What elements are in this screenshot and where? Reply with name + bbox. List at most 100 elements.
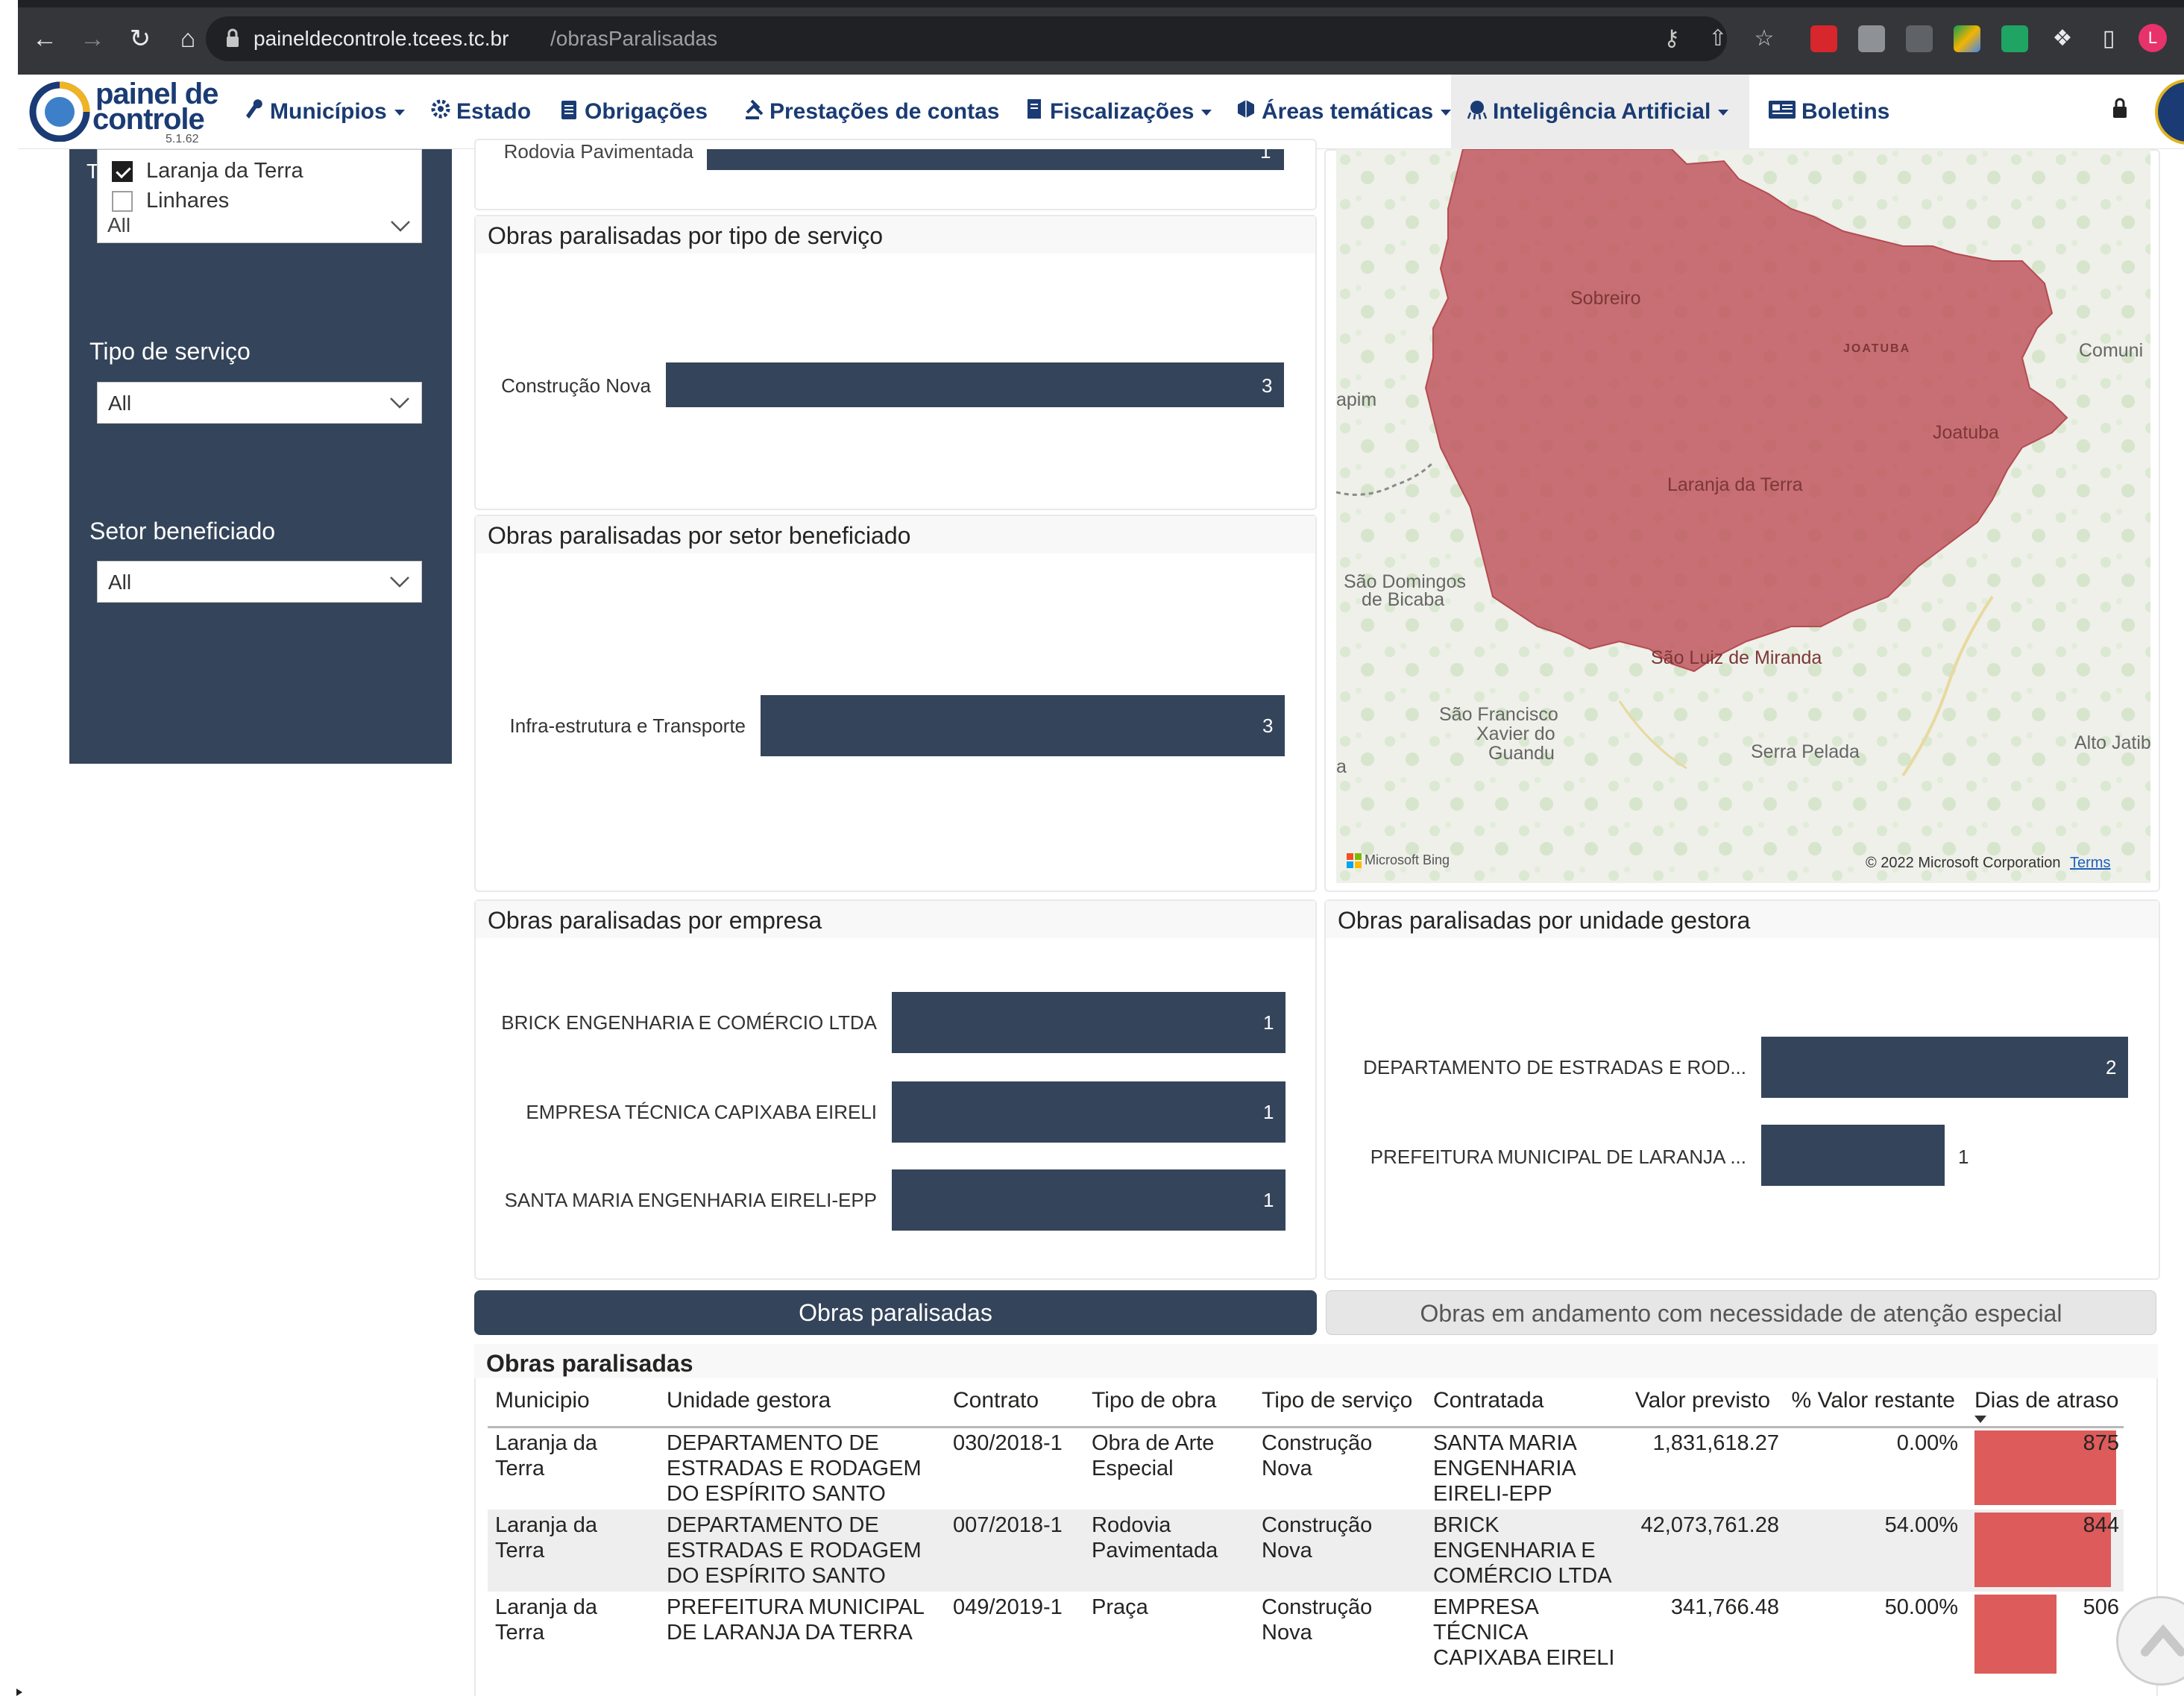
cell-line: Nova: [1262, 1621, 1312, 1645]
extension-pen-icon[interactable]: [1906, 25, 1933, 52]
key-icon[interactable]: ⚷: [1657, 24, 1687, 54]
tipo-servico-select[interactable]: All: [97, 382, 422, 424]
cell-line: Pavimentada: [1092, 1539, 1218, 1562]
select-value-stub: All: [107, 218, 131, 233]
cell-line: EIRELI-EPP: [1433, 1482, 1552, 1506]
sidepanel-icon[interactable]: ▯: [2094, 24, 2124, 54]
tab-obras-em-andamento[interactable]: Obras em andamento com necessidade de at…: [1326, 1290, 2156, 1335]
column-header-valor-previsto[interactable]: Valor previsto: [1626, 1387, 1770, 1414]
map-provider-label: Microsoft Bing: [1365, 852, 1450, 867]
nav-inteligencia-artificial[interactable]: Inteligência Artificial: [1466, 94, 1729, 130]
tcees-seal-icon[interactable]: [2155, 79, 2184, 145]
chevron-down-icon[interactable]: [389, 219, 412, 233]
checkbox-laranja-da-terra[interactable]: [112, 161, 133, 182]
back-arrow-icon[interactable]: ←: [28, 22, 61, 55]
column-header-tipo-obra[interactable]: Tipo de obra: [1092, 1387, 1216, 1414]
bar-empresa-tecnica[interactable]: [892, 1081, 1285, 1143]
puzzle-icon[interactable]: ❖: [2048, 24, 2077, 54]
map-label-joatuba-caps: JOATUBA: [1843, 342, 1911, 355]
filter-label-tipo-servico: Tipo de serviço: [89, 338, 251, 365]
cell-line: Construção: [1262, 1513, 1373, 1537]
chevron-up-icon: [2141, 1624, 2184, 1656]
bar-infra-estrutura[interactable]: [761, 695, 1285, 756]
bar-prefeitura-laranja[interactable]: [1761, 1125, 1945, 1186]
sort-descending-icon[interactable]: [1974, 1416, 1986, 1423]
star-icon[interactable]: ☆: [1749, 24, 1779, 54]
nav-inteligencia-artificial-label: Inteligência Artificial: [1493, 99, 1711, 124]
wrench-icon: [246, 99, 262, 119]
cell-valor-restante: 50.00%: [1884, 1595, 1958, 1619]
cell-line: DEPARTAMENTO DE: [667, 1513, 879, 1537]
cell-unidade: DEPARTAMENTO DE ESTRADAS E RODAGEM DO ESPÍ…: [667, 1513, 922, 1589]
map-label-sao-francisco-3: Guandu: [1488, 743, 1555, 764]
option-label[interactable]: Linhares: [146, 188, 229, 213]
nav-municipios-label: Municípios: [270, 99, 387, 124]
map-label-serra-pelada: Serra Pelada: [1751, 741, 1860, 762]
cell-valor-previsto: 42,073,761.28: [1640, 1513, 1779, 1537]
nav-fiscalizacoes-label: Fiscalizações: [1050, 99, 1195, 124]
forward-arrow-icon[interactable]: →: [76, 22, 109, 55]
column-header-dias-atraso[interactable]: Dias de atraso: [1974, 1387, 2118, 1414]
nav-obrigacoes[interactable]: Obrigações: [558, 94, 708, 130]
cell-tipo-servico: Construção Nova: [1262, 1595, 1372, 1645]
option-label[interactable]: Laranja da Terra: [146, 158, 303, 183]
nav-boletins[interactable]: Boletins: [1767, 94, 1889, 130]
brand-name-line2[interactable]: controle: [92, 104, 205, 134]
setor-beneficiado-select[interactable]: All: [97, 561, 422, 603]
bar-value: 3: [1262, 714, 1274, 737]
column-header-contrato[interactable]: Contrato: [953, 1387, 1039, 1414]
map-label-sao-domingos-2: de Bicaba: [1362, 589, 1445, 610]
reload-icon[interactable]: ↻: [124, 22, 157, 55]
drive-icon[interactable]: [1954, 25, 1980, 52]
cell-line: DEPARTAMENTO DE: [667, 1431, 879, 1455]
chevron-down-icon: [1201, 110, 1212, 116]
cell-line: PREFEITURA MUNICIPAL: [667, 1595, 925, 1619]
chevron-down-icon: [390, 398, 409, 409]
cell-line: Terra: [495, 1539, 545, 1562]
nav-areas-tematicas[interactable]: Áreas temáticas: [1235, 94, 1452, 130]
column-header-unidade-gestora[interactable]: Unidade gestora: [667, 1387, 831, 1414]
cell-valor-restante: 0.00%: [1896, 1431, 1958, 1455]
map-visual[interactable]: [1336, 149, 2150, 883]
column-header-contratada[interactable]: Contratada: [1433, 1387, 1543, 1414]
home-icon[interactable]: ⌂: [171, 22, 204, 55]
table-title: Obras paralisadas: [486, 1350, 693, 1377]
profile-avatar[interactable]: L: [2139, 24, 2167, 52]
bar-rodovia-pavimentada[interactable]: [707, 149, 1284, 170]
chevron-down-icon: [390, 577, 409, 588]
cell-line: EMPRESA: [1433, 1595, 1539, 1619]
nav-fiscalizacoes[interactable]: Fiscalizações: [1023, 94, 1212, 130]
extension-printer-icon[interactable]: [1858, 25, 1885, 52]
bar-construcao-nova[interactable]: [666, 362, 1284, 407]
column-header-valor-restante[interactable]: % Valor restante: [1775, 1387, 1955, 1414]
nav-municipios[interactable]: Municípios: [243, 94, 405, 130]
painel-logo-icon[interactable]: [28, 79, 91, 142]
cell-valor-restante: 54.00%: [1884, 1513, 1958, 1537]
column-header-tipo-servico[interactable]: Tipo de serviço: [1262, 1387, 1412, 1414]
column-header-municipio[interactable]: Municipio: [495, 1387, 590, 1414]
clipboard-icon: [561, 101, 576, 119]
chart-title: Obras paralisadas por empresa: [488, 907, 822, 934]
cell-line: TÉCNICA: [1433, 1621, 1529, 1645]
cell-line: COMÉRCIO LTDA: [1433, 1564, 1612, 1588]
cell-line: CAPIXABA EIRELI: [1433, 1646, 1615, 1670]
cell-line: ENGENHARIA E: [1433, 1539, 1596, 1562]
bar-santa-maria[interactable]: [892, 1169, 1285, 1231]
share-icon[interactable]: ⇧: [1703, 24, 1733, 54]
newspaper-icon: [1769, 101, 1796, 119]
checkbox-linhares[interactable]: [112, 191, 133, 212]
cell-valor-previsto: 1,831,618.27: [1652, 1431, 1779, 1455]
cell-line: DO ESPÍRITO SANTO: [667, 1482, 886, 1506]
login-lock-icon[interactable]: [2112, 97, 2128, 119]
cell-line: ENGENHARIA: [1433, 1457, 1576, 1480]
bar-brick-engenharia[interactable]: [892, 992, 1285, 1053]
cell-municipio: Laranja da Terra: [495, 1595, 597, 1645]
download-icon[interactable]: [2001, 25, 2028, 52]
map-terms-link[interactable]: Terms: [2070, 855, 2110, 872]
nav-estado[interactable]: Estado: [429, 94, 531, 130]
extension-red-icon[interactable]: [1810, 25, 1837, 52]
bar-departamento-estradas[interactable]: [1761, 1037, 2128, 1098]
nav-prestacoes[interactable]: Prestações de contas: [743, 94, 999, 130]
tab-obras-paralisadas[interactable]: Obras paralisadas: [474, 1290, 1317, 1335]
gavel-icon: [746, 99, 764, 119]
